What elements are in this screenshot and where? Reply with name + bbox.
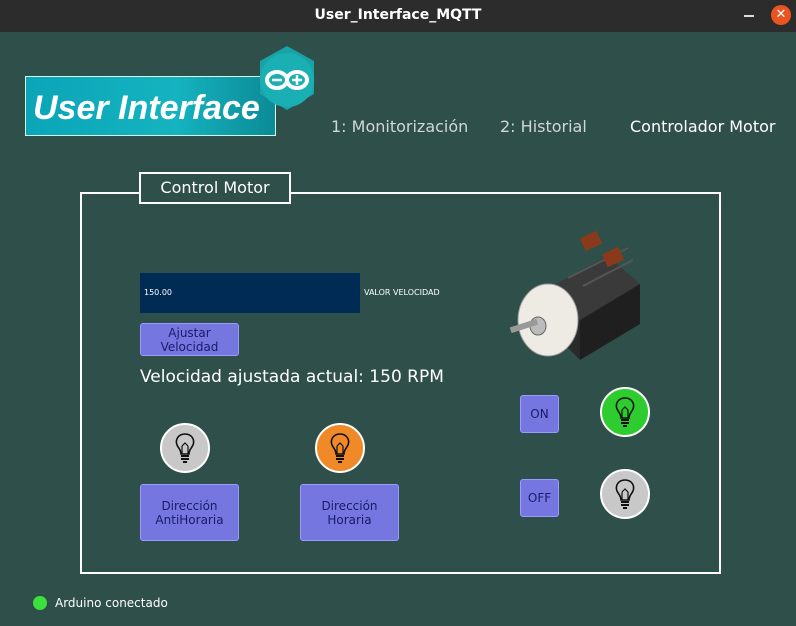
ccw-indicator-bulb [160,423,210,473]
cw-indicator-bulb [315,423,365,473]
arduino-logo-icon [260,46,314,110]
tab-historial[interactable]: 2: Historial [500,117,587,136]
lightbulb-icon [175,433,195,463]
on-indicator-bulb [600,387,650,437]
lightbulb-icon [330,433,350,463]
title-bar: User_Interface_MQTT ✕ [0,0,796,32]
panel-title: Control Motor [139,172,291,204]
current-speed-text: Velocidad ajustada actual: 150 RPM [140,367,444,387]
on-button[interactable]: ON [520,395,559,433]
connection-status-text: Arduino conectado [55,596,168,610]
off-button[interactable]: OFF [520,479,559,517]
motor-image [509,230,640,360]
lightbulb-icon [615,397,635,427]
tab-monitorizacion[interactable]: 1: Monitorización [331,117,468,136]
cw-direction-button[interactable]: Dirección Horaria [300,484,399,541]
speed-input[interactable]: 150.00 [140,273,360,313]
logo-banner: User Interface [25,76,276,136]
window-title: User_Interface_MQTT [314,7,482,23]
off-indicator-bulb [600,469,650,519]
adjust-speed-button[interactable]: Ajustar Velocidad [140,323,239,356]
close-button[interactable]: ✕ [771,5,791,25]
minimize-button[interactable] [744,15,754,17]
connection-status-dot [33,596,47,610]
logo-text: User Interface [33,89,260,127]
tab-controlador-motor[interactable]: Controlador Motor [630,117,775,136]
speed-input-label: VALOR VELOCIDAD [364,288,440,297]
lightbulb-icon [615,479,635,509]
ccw-direction-button[interactable]: Dirección AntiHoraria [140,484,239,541]
